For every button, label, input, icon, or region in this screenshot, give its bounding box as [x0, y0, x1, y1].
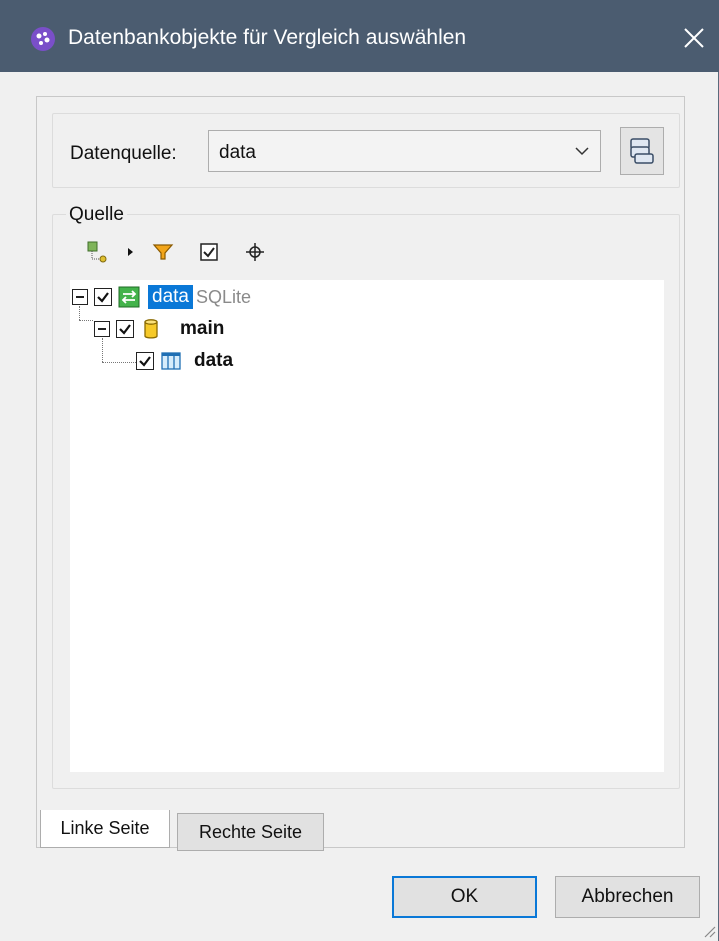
dialog-window: Datenbankobjekte für Vergleich auswählen… [0, 0, 719, 941]
resize-grip-icon[interactable] [700, 922, 716, 938]
tree-node-data-table[interactable]: data [136, 347, 237, 375]
collapse-icon[interactable] [94, 321, 110, 337]
add-filter-dropdown[interactable] [124, 240, 138, 264]
database-connection-icon [118, 286, 140, 308]
add-filter-button[interactable] [84, 240, 112, 264]
tab-left-side[interactable]: Linke Seite [40, 810, 170, 848]
node-checkbox[interactable] [94, 288, 112, 306]
datasource-label: Datenquelle: [70, 143, 177, 164]
title-bar: Datenbankobjekte für Vergleich auswählen [0, 0, 719, 72]
node-label: data [194, 350, 234, 371]
app-logo-icon [31, 27, 55, 51]
locate-icon [246, 243, 264, 261]
datasource-value: data [219, 142, 256, 163]
check-all-button[interactable] [196, 240, 222, 264]
filter-button[interactable] [150, 240, 176, 264]
cancel-button[interactable]: Abbrechen [555, 876, 700, 918]
ok-button[interactable]: OK [392, 876, 537, 918]
close-button[interactable] [672, 16, 716, 60]
add-filter-icon [87, 241, 107, 263]
table-icon [161, 352, 181, 370]
chevron-down-icon [575, 147, 589, 156]
datasource-select[interactable]: data [208, 130, 601, 172]
tree-node-main[interactable]: main [94, 315, 228, 343]
close-icon [684, 28, 704, 48]
node-label: data [148, 285, 193, 309]
schema-cylinder-icon [144, 319, 158, 339]
tree-connector [102, 362, 140, 363]
node-sublabel: SQLite [195, 286, 252, 307]
filter-icon [152, 244, 174, 260]
node-checkbox[interactable] [136, 352, 154, 370]
tree-connector [79, 320, 93, 321]
dropdown-arrow-icon [128, 248, 133, 256]
checkbox-icon [200, 243, 218, 261]
data-source-icon [630, 138, 654, 164]
node-checkbox[interactable] [116, 320, 134, 338]
window-title: Datenbankobjekte für Vergleich auswählen [68, 26, 467, 49]
source-group-label: Quelle [66, 204, 127, 226]
collapse-icon[interactable] [72, 289, 88, 305]
tab-right-side[interactable]: Rechte Seite [177, 813, 324, 851]
node-label: main [180, 318, 225, 339]
tree-node-data-connection[interactable]: data SQLite [72, 283, 251, 311]
locate-button[interactable] [242, 240, 268, 264]
data-source-button[interactable] [620, 127, 664, 175]
